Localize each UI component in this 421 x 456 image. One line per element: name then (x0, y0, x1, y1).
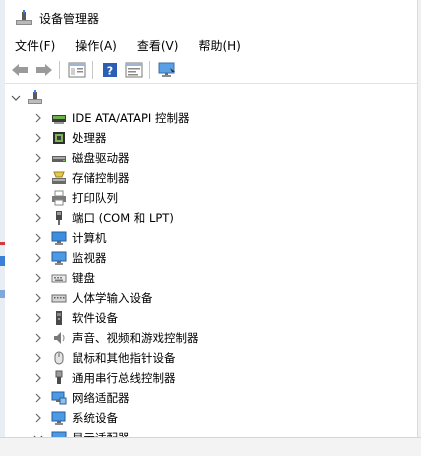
menu-action[interactable]: 操作(A) (65, 36, 127, 56)
expand-chevron-icon[interactable] (31, 288, 45, 308)
window-right-border (417, 0, 421, 456)
tree-item-usb-controllers[interactable]: 通用串行总线控制器 (31, 368, 176, 388)
tree-item-label: 端口 (COM 和 LPT) (72, 211, 174, 225)
scan-hardware-button[interactable] (156, 59, 178, 81)
tree-item-label: 网络适配器 (72, 391, 130, 405)
tree-item-ide-controllers[interactable]: IDE ATA/ATAPI 控制器 (31, 108, 189, 128)
expand-chevron-icon[interactable] (31, 108, 45, 128)
expand-chevron-icon[interactable] (31, 248, 45, 268)
tree-item-network-adapters[interactable]: 网络适配器 (31, 388, 130, 408)
software-device-icon (51, 310, 67, 326)
forward-arrow-icon (36, 64, 52, 76)
properties-icon (68, 62, 86, 78)
device-tree[interactable]: IDE ATA/ATAPI 控制器 处理器 磁盘驱动器 存储控制器 打印队列 端… (5, 86, 417, 438)
tree-item-label: 计算机 (72, 231, 107, 245)
device-manager-app-icon (15, 10, 33, 26)
expand-chevron-icon[interactable] (31, 148, 45, 168)
tree-item-label: 打印队列 (72, 191, 118, 205)
tree-item-label: 存储控制器 (72, 171, 130, 185)
tree-item-processors[interactable]: 处理器 (31, 128, 107, 148)
expand-chevron-icon[interactable] (31, 408, 45, 428)
disk-drive-icon (51, 150, 67, 166)
window-title: 设备管理器 (39, 11, 100, 26)
tree-item-label: 鼠标和其他指针设备 (72, 351, 176, 365)
expand-chevron-icon[interactable] (31, 388, 45, 408)
tree-item-sound-video-game[interactable]: 声音、视频和游戏控制器 (31, 328, 199, 348)
computer-root-icon (27, 90, 43, 106)
expand-chevron-icon[interactable] (31, 268, 45, 288)
tree-root[interactable] (9, 88, 48, 108)
tree-item-print-queues[interactable]: 打印队列 (31, 188, 118, 208)
computer-icon (51, 230, 67, 246)
tree-item-label: 监视器 (72, 251, 107, 265)
storage-controller-icon (51, 170, 67, 186)
expand-chevron-icon[interactable] (31, 308, 45, 328)
toolbar-separator (149, 61, 150, 79)
svg-text:?: ? (107, 65, 113, 78)
tree-item-label: 处理器 (72, 131, 107, 145)
toolbar-separator (92, 61, 93, 79)
tree-item-label: 通用串行总线控制器 (72, 371, 176, 385)
tree-item-keyboards[interactable]: 键盘 (31, 268, 95, 288)
expand-chevron-icon[interactable] (31, 228, 45, 248)
keyboard-icon (51, 270, 67, 286)
tree-item-disk-drives[interactable]: 磁盘驱动器 (31, 148, 130, 168)
update-driver-icon (125, 62, 143, 78)
tree-item-mice[interactable]: 鼠标和其他指针设备 (31, 348, 176, 368)
usb-icon (51, 370, 67, 386)
forward-button[interactable] (33, 59, 55, 81)
tree-item-computer[interactable]: 计算机 (31, 228, 107, 248)
tree-item-storage-controllers[interactable]: 存储控制器 (31, 168, 130, 188)
processor-icon (51, 130, 67, 146)
window-bottom-border (0, 437, 421, 456)
toolbar-separator (59, 61, 60, 79)
toolbar: ? (5, 57, 417, 84)
menu-file[interactable]: 文件(F) (5, 36, 65, 56)
tree-item-label: 磁盘驱动器 (72, 151, 130, 165)
port-icon (51, 210, 67, 226)
network-adapter-icon (51, 390, 67, 406)
tree-item-software-devices[interactable]: 软件设备 (31, 308, 118, 328)
back-arrow-icon (12, 64, 28, 76)
tree-item-ports[interactable]: 端口 (COM 和 LPT) (31, 208, 174, 228)
scan-hardware-icon (158, 62, 175, 77)
expand-chevron-icon[interactable] (31, 208, 45, 228)
tree-item-monitors[interactable]: 监视器 (31, 248, 107, 268)
expand-chevron-icon[interactable] (31, 168, 45, 188)
tree-item-label: 软件设备 (72, 311, 118, 325)
expand-chevron-icon[interactable] (31, 128, 45, 148)
printer-icon (51, 190, 67, 206)
system-device-icon (51, 410, 67, 426)
audio-icon (51, 330, 67, 346)
hid-icon (51, 290, 67, 306)
tree-item-system-devices[interactable]: 系统设备 (31, 408, 118, 428)
expand-chevron-icon[interactable] (31, 368, 45, 388)
menu-view[interactable]: 查看(V) (127, 36, 189, 56)
menu-bar: 文件(F) 操作(A) 查看(V) 帮助(H) (5, 36, 417, 56)
tree-item-hid[interactable]: 人体学输入设备 (31, 288, 153, 308)
help-icon: ? (103, 63, 117, 78)
collapse-chevron-icon[interactable] (9, 88, 23, 108)
title-bar: 设备管理器 (5, 0, 417, 36)
tree-item-label: 人体学输入设备 (72, 291, 153, 305)
menu-help[interactable]: 帮助(H) (188, 36, 250, 56)
back-button[interactable] (9, 59, 31, 81)
help-button[interactable]: ? (99, 59, 121, 81)
tree-item-label: 键盘 (72, 271, 95, 285)
expand-chevron-icon[interactable] (31, 328, 45, 348)
update-driver-button[interactable] (123, 59, 145, 81)
ide-controller-icon (51, 110, 67, 126)
expand-chevron-icon[interactable] (31, 348, 45, 368)
monitor-icon (51, 250, 67, 266)
tree-item-label: IDE ATA/ATAPI 控制器 (72, 111, 190, 125)
mouse-icon (51, 350, 67, 366)
show-hide-console-tree-button[interactable] (66, 59, 88, 81)
expand-chevron-icon[interactable] (31, 188, 45, 208)
tree-item-label: 系统设备 (72, 411, 118, 425)
tree-item-label: 声音、视频和游戏控制器 (72, 331, 199, 345)
